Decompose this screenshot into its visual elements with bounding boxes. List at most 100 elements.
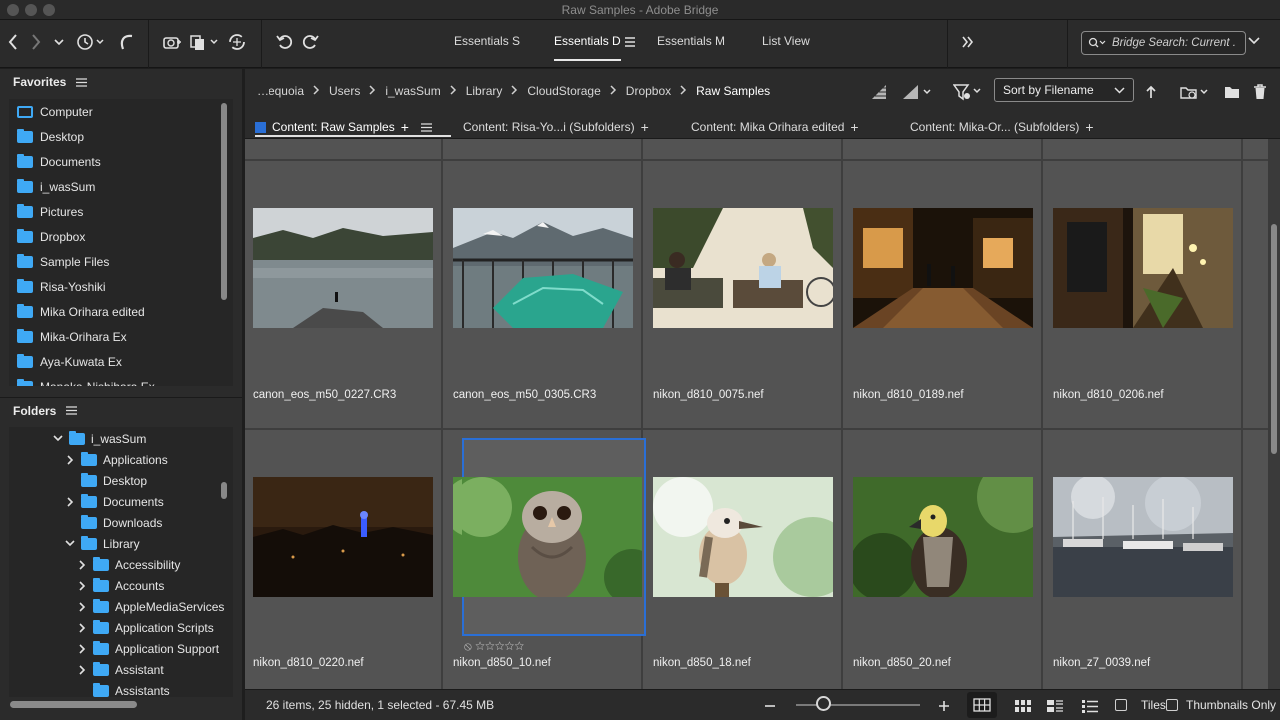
sort-dropdown[interactable]: Sort by Filename [994,78,1134,102]
checkbox-box[interactable] [1115,699,1127,711]
favorite-item[interactable]: Sample Files [9,249,233,274]
tiles-checkbox[interactable]: Tiles [1115,698,1166,712]
folder-tree-item[interactable]: AppleMediaServices [9,596,233,617]
add-tab-icon[interactable]: + [641,119,649,135]
view-grid-button[interactable] [967,692,997,718]
favorite-item[interactable]: Computer [9,99,233,124]
thumbnail-cell[interactable]: nikon_d810_0075.nef [645,161,843,428]
tab-content-raw-samples[interactable]: Content: Raw Samples + [255,119,432,135]
minimize-window-button[interactable] [25,4,37,16]
back-button[interactable] [4,30,22,54]
favorite-item[interactable]: Dropbox [9,224,233,249]
thumbnail-cell[interactable]: canon_eos_m50_0227.CR3 [245,161,443,428]
chevron-right-icon[interactable] [65,454,75,465]
thumbnail-cell[interactable]: nikon_d850_20.nef [845,430,1049,689]
favorite-item[interactable]: Pictures [9,199,233,224]
workspace-menu-button[interactable] [623,30,637,54]
folder-tree-item[interactable]: Applications [9,449,233,470]
folders-scrollbar[interactable] [221,482,227,499]
thumbnail-cell-partial[interactable] [845,139,1043,159]
folder-tree-item[interactable]: Accessibility [9,554,233,575]
workspace-essentials-d[interactable]: Essentials D [554,34,621,61]
chevron-right-icon[interactable] [77,664,87,675]
window-controls[interactable] [7,4,55,16]
close-window-button[interactable] [7,4,19,16]
new-folder-button[interactable] [1223,80,1241,104]
favorite-item[interactable]: Desktop [9,124,233,149]
thumbnail-image[interactable] [253,208,433,328]
panel-menu-icon[interactable] [76,77,88,87]
chevron-right-icon[interactable] [77,559,87,570]
thumbnail-image[interactable] [653,477,853,597]
folder-tree-item[interactable]: Assistants [9,680,233,697]
breadcrumb-item[interactable]: Users [320,84,369,98]
thumbnail-image[interactable] [849,461,1049,601]
bridge-search-field[interactable]: Bridge Search: Current . [1081,31,1246,55]
breadcrumb-item[interactable]: Dropbox [617,84,680,98]
content-scrollbar-thumb[interactable] [1271,224,1277,454]
chevron-right-icon[interactable] [77,580,87,591]
view-details-button[interactable] [1013,694,1033,718]
breadcrumb-item[interactable]: CloudStorage [518,84,609,98]
thumbnail-image[interactable] [453,208,633,328]
view-list-details-button[interactable] [1045,694,1065,718]
recent-locations-dropdown[interactable] [52,30,66,54]
thumbnail-image[interactable] [653,208,836,328]
chevron-down-icon[interactable] [65,539,75,549]
open-recent-folder-button[interactable] [1180,80,1210,104]
favorite-item[interactable]: Manaka-Nishihara Ex [9,374,233,386]
recent-files-button[interactable] [74,30,108,54]
thumbnail-image[interactable] [253,477,433,597]
zoom-window-button[interactable] [43,4,55,16]
thumbnail-image[interactable] [1053,475,1233,597]
panel-menu-icon[interactable] [66,406,78,415]
workspace-list-view[interactable]: List View [762,34,810,48]
thumbnails-only-checkbox[interactable]: Thumbnails Only [1166,698,1276,712]
thumbnail-size-slider[interactable] [796,704,920,706]
folder-tree-item[interactable]: i_wasSum [9,428,233,449]
breadcrumb-overflow[interactable]: … [257,84,269,98]
thumbnail-cell[interactable]: canon_eos_m50_0305.CR3 [445,161,643,428]
rotate-right-button[interactable] [300,30,320,54]
folder-tree-item[interactable]: Desktop [9,470,233,491]
breadcrumb-item[interactable]: Library [457,84,512,98]
more-workspaces-button[interactable] [960,30,976,54]
folder-tree-item[interactable]: Downloads [9,512,233,533]
thumbnail-cell-partial[interactable] [245,139,443,159]
delete-item-button[interactable] [1252,80,1268,104]
add-tab-icon[interactable]: + [401,119,409,135]
breadcrumb-item[interactable]: Raw Samples [687,84,779,98]
search-scope-dropdown[interactable] [1248,34,1260,48]
tab-content-risa-yoshiki[interactable]: Content: Risa-Yo...i (Subfolders) + [463,119,649,135]
chevron-right-icon[interactable] [65,496,75,507]
zoom-out-button[interactable] [763,694,777,718]
thumbnail-cell-partial[interactable] [445,139,643,159]
favorite-item[interactable]: Aya-Kuwata Ex [9,349,233,374]
forward-button[interactable] [27,30,45,54]
breadcrumb-item[interactable]: i_wasSum [376,84,449,98]
favorites-scrollbar[interactable] [221,103,227,300]
add-tab-icon[interactable]: + [850,119,858,135]
thumbnail-image[interactable] [1053,208,1233,328]
refine-button[interactable] [188,30,222,54]
chevron-right-icon[interactable] [77,643,87,654]
zoom-in-button[interactable] [937,694,951,718]
favorite-item[interactable]: Risa-Yoshiki [9,274,233,299]
add-tab-icon[interactable]: + [1085,119,1093,135]
content-scrollbar[interactable] [1268,139,1280,689]
checkbox-box[interactable] [1166,699,1178,711]
thumbnail-cell[interactable]: nikon_d810_0189.nef [845,161,1043,428]
thumbnail-image[interactable] [452,477,660,605]
chevron-down-icon[interactable] [53,434,63,444]
folder-tree-item[interactable]: Library [9,533,233,554]
favorite-item[interactable]: Mika Orihara edited [9,299,233,324]
thumbnail-cell[interactable]: nikon_z7_0039.nef [1045,430,1243,689]
thumbnail-cell[interactable]: nikon_d850_18.nef [645,430,853,689]
tab-content-mika-orihara-ex[interactable]: Content: Mika-Or... (Subfolders) + [910,119,1094,135]
favorite-item[interactable]: Mika-Orihara Ex [9,324,233,349]
tab-content-mika-orihara-edited[interactable]: Content: Mika Orihara edited + [691,119,859,135]
chevron-right-icon[interactable] [77,601,87,612]
thumbnail-image[interactable] [853,208,1033,328]
thumbnail-cell-partial[interactable] [645,139,843,159]
folders-horizontal-scrollbar[interactable] [10,701,137,708]
